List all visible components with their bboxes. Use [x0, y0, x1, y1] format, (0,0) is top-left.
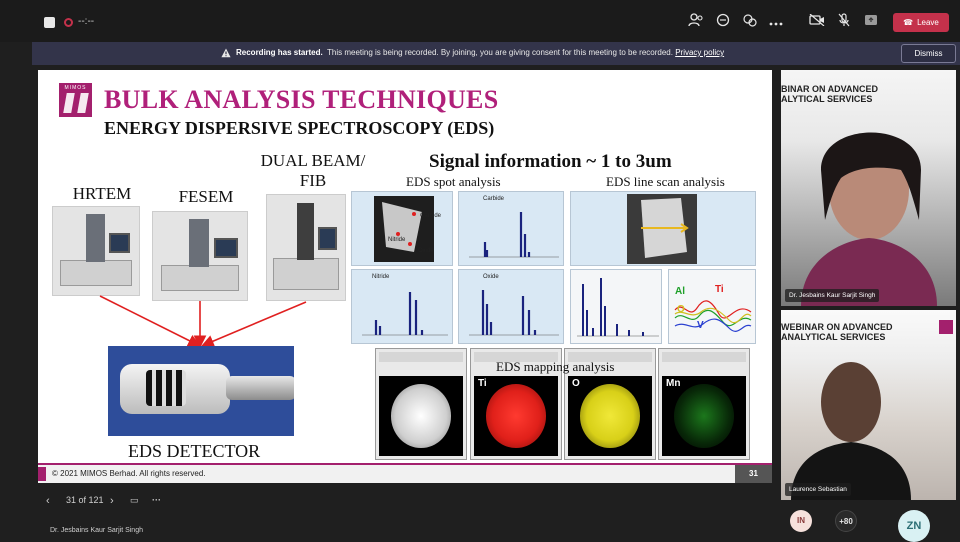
carbide-tag: Carbide	[420, 213, 442, 219]
meeting-info-icon[interactable]	[44, 17, 55, 28]
oxide-spectrum: Oxide	[458, 269, 564, 344]
leave-label: Leave	[917, 18, 939, 27]
nitride-tag: Nitride	[388, 237, 406, 243]
signal-info-heading: Signal information ~ 1 to 3um	[429, 151, 672, 172]
copyright-text: © 2021 MIMOS Berhad. All rights reserved…	[52, 469, 206, 478]
next-slide-icon[interactable]: ›	[110, 495, 114, 507]
meeting-top-bar: --:-- ☎ Leave	[0, 0, 960, 42]
banner-title: Recording has started.	[236, 48, 323, 57]
recording-indicator-icon	[64, 18, 73, 27]
shared-slide: MIMOS BULK ANALYSIS TECHNIQUES ENERGY DI…	[38, 70, 772, 483]
carbide-spectrum-title: Carbide	[483, 196, 505, 202]
al-label: Al	[675, 286, 685, 297]
mapping-se-image	[375, 348, 467, 460]
warning-icon	[221, 48, 231, 58]
slide-footer: © 2021 MIMOS Berhad. All rights reserved…	[38, 463, 772, 483]
dismiss-button[interactable]: Dismiss	[901, 44, 956, 63]
arrows-to-detector	[99, 295, 307, 349]
participants-icon[interactable]	[687, 13, 705, 31]
participant-avatar-zn[interactable]: ZN	[898, 510, 930, 542]
meeting-timer: --:--	[78, 16, 95, 27]
reactions-icon[interactable]	[741, 13, 759, 31]
v-label: V	[697, 320, 704, 331]
prev-slide-icon[interactable]: ‹	[46, 495, 50, 507]
presenter-name: Dr. Jesbains Kaur Sarjit Singh	[50, 527, 143, 534]
banner-text: This meeting is being recorded. By joini…	[327, 48, 673, 57]
slide-position: 31 of 121	[66, 495, 104, 505]
mapping-label: EDS mapping analysis	[496, 359, 615, 374]
spot-sem-image: Carbide Nitride Oxide	[351, 191, 453, 266]
camera-icon[interactable]	[808, 13, 826, 31]
oxide-tag: Oxide	[418, 248, 434, 254]
recording-banner: Recording has started. This meeting is b…	[32, 42, 960, 65]
more-slide-options-icon[interactable]: ···	[152, 495, 161, 505]
participant-name-tag: Dr. Jesbains Kaur Sarjit Singh	[785, 289, 880, 302]
carbide-spectrum: Carbide	[458, 191, 564, 266]
leave-button[interactable]: ☎ Leave	[893, 13, 949, 32]
oxide-spectrum-title: Oxide	[483, 274, 499, 280]
more-participants-count[interactable]: +80	[835, 510, 857, 532]
map-label-mn: Mn	[666, 378, 681, 389]
eds-detector-label: EDS DETECTOR	[128, 441, 261, 461]
eds-detector-image	[108, 346, 294, 436]
line-scan-spectrum	[570, 269, 662, 344]
participant-tile[interactable]: BINAR ON ADVANCED ALYTICAL SERVICES Dr. J…	[781, 70, 956, 306]
spot-analysis-label: EDS spot analysis	[406, 174, 501, 189]
mapping-mn-image: Mn	[658, 348, 750, 460]
share-tray-icon[interactable]	[862, 13, 880, 31]
participant-name-tag: Laurence Sebastian	[785, 483, 851, 496]
more-options-icon[interactable]	[767, 13, 785, 31]
participant-video	[791, 362, 911, 500]
map-label-ti: Ti	[478, 378, 487, 389]
slide-grid-icon[interactable]: ▭	[130, 495, 139, 506]
phone-hangup-icon: ☎	[903, 18, 914, 27]
line-scan-profile: Al Ti O V	[668, 269, 756, 344]
nitride-spectrum-title: Nitride	[372, 274, 390, 280]
line-scan-sem-image	[570, 191, 756, 266]
chat-icon[interactable]	[714, 13, 732, 31]
slide-page-number: 31	[735, 465, 772, 483]
participant-tile[interactable]: WEBINAR ON ADVANCED ANALYTICAL SERVICES L…	[781, 310, 956, 500]
banner-message: Recording has started. This meeting is b…	[236, 48, 724, 57]
map-label-o: O	[572, 378, 580, 389]
mic-off-icon[interactable]	[835, 13, 853, 31]
participant-avatar-in[interactable]: IN	[790, 510, 812, 532]
participant-video	[801, 132, 937, 306]
line-scan-label: EDS line scan analysis	[606, 174, 725, 189]
privacy-policy-link[interactable]: Privacy policy	[675, 48, 724, 57]
ti-label: Ti	[715, 284, 724, 295]
nitride-spectrum: Nitride	[351, 269, 453, 344]
o-label: O	[677, 304, 685, 315]
